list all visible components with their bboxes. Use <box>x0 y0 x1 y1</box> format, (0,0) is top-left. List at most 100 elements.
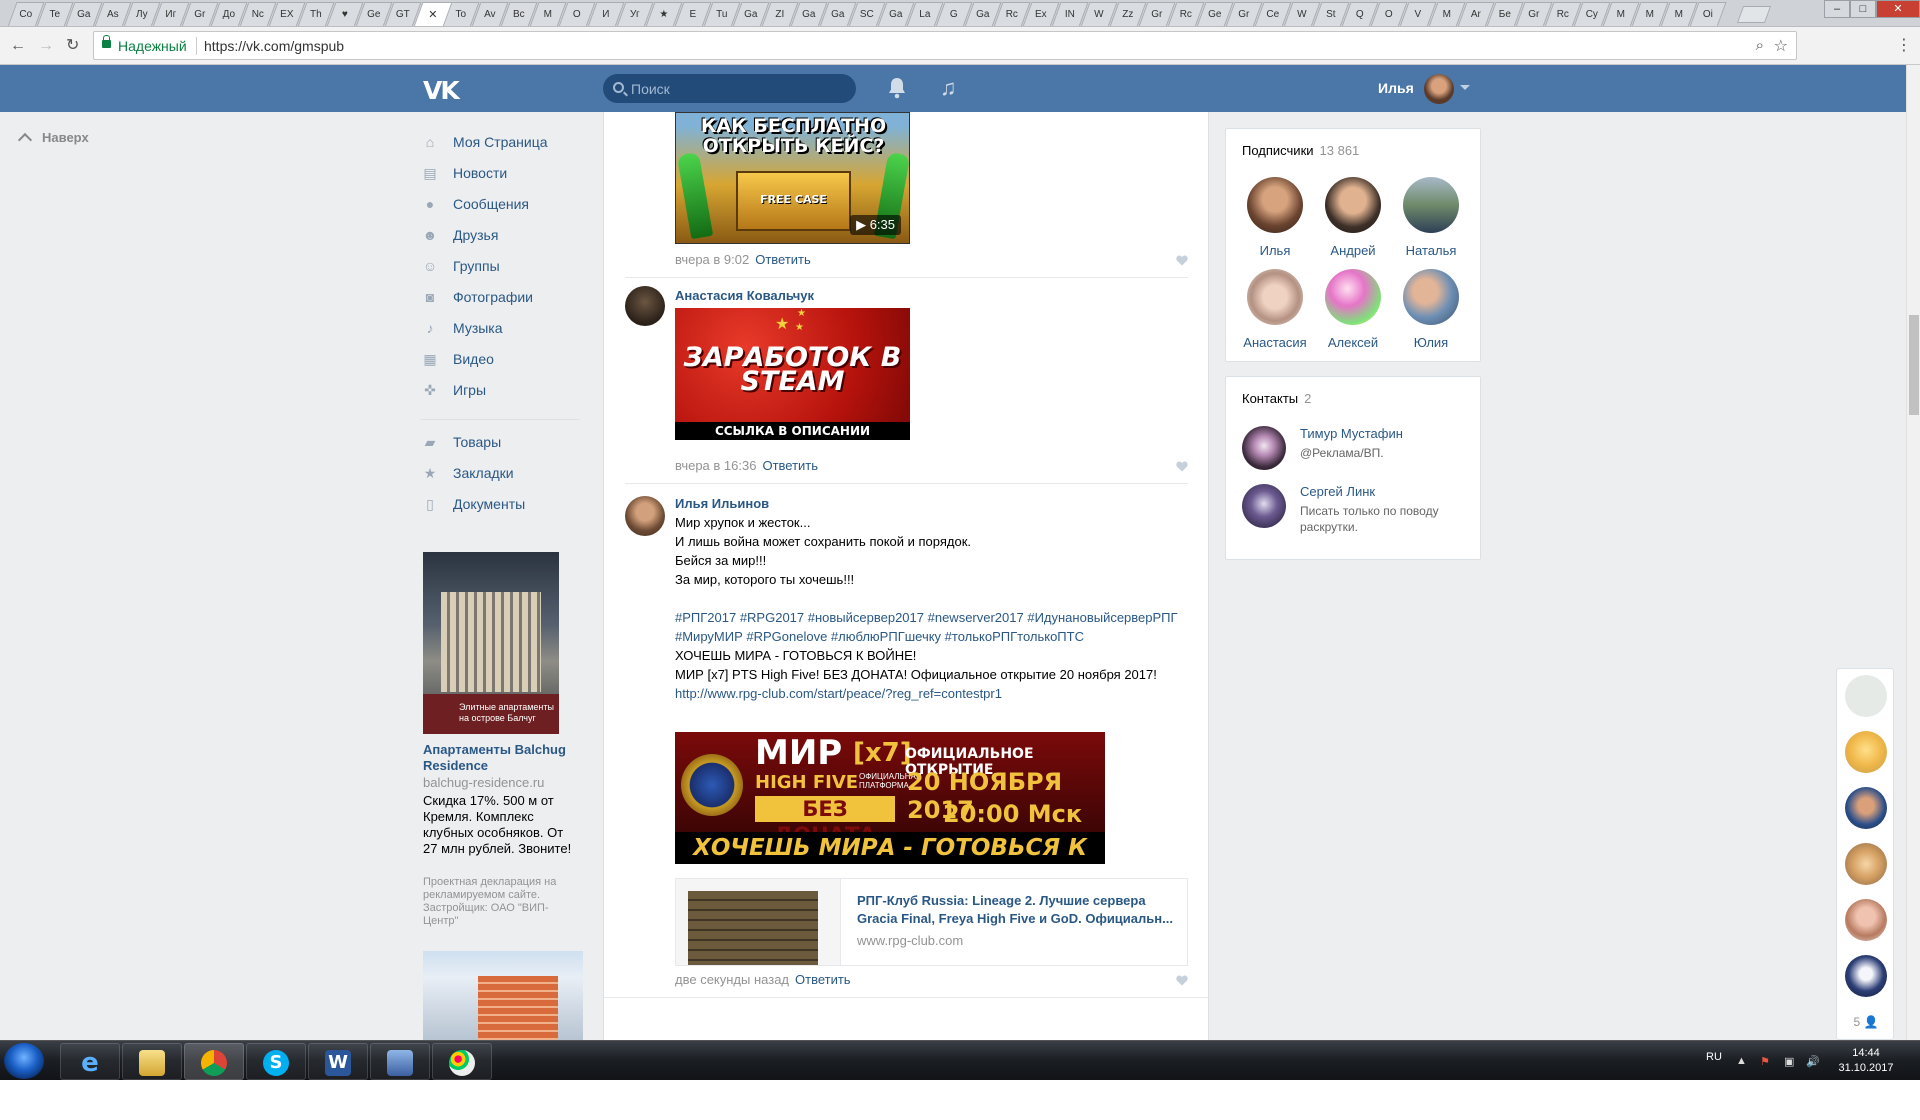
subscriber[interactable]: Юлия <box>1393 269 1469 350</box>
music-note-icon[interactable]: ♫ <box>940 75 957 101</box>
sidebar-item-home[interactable]: ⌂ Моя Страница <box>420 130 580 161</box>
tray-expand-icon[interactable]: ▲ <box>1736 1055 1747 1067</box>
sidebar-item-music[interactable]: ♪ Музыка <box>420 316 580 347</box>
comment-time[interactable]: две секунды назад <box>675 972 789 987</box>
contact-item[interactable]: Тимур Мустафин @Реклама/ВП. <box>1242 426 1472 470</box>
comment-image[interactable]: ★ ★ ★ ЗАРАБОТОК В STEAM ССЫЛКА В ОПИСАНИ… <box>675 308 910 440</box>
search-input[interactable] <box>631 78 841 99</box>
zoom-icon[interactable]: ⌕ <box>1756 37 1764 54</box>
page-scrollbar[interactable] <box>1906 65 1920 1040</box>
taskbar-word-button[interactable]: W <box>308 1043 368 1080</box>
new-tab-button[interactable] <box>1736 6 1772 23</box>
ad-domain[interactable]: balchug-residence.ru <box>423 775 544 790</box>
reply-button[interactable]: Ответить <box>762 458 818 473</box>
search-box[interactable] <box>603 74 856 103</box>
browser-tab-label: EX <box>280 9 294 20</box>
comment-time[interactable]: вчера в 16:36 <box>675 458 756 473</box>
chat-avatar[interactable] <box>1845 955 1887 997</box>
link-card-title[interactable]: РПГ-Клуб Russia: Lineage 2. Лучшие серве… <box>857 892 1177 928</box>
taskbar-paint-button[interactable] <box>432 1043 492 1080</box>
comment-link[interactable]: http://www.rpg-club.com/start/peace/?reg… <box>675 686 1002 701</box>
sidebar-item-camera[interactable]: ◙ Фотографии <box>420 285 580 316</box>
comment-video-thumbnail[interactable]: FREE CASE КАК БЕСПЛАТНО ОТКРЫТЬ КЕЙС? ▶ … <box>675 112 910 244</box>
link-card[interactable]: РПГ-Клуб Russia: Lineage 2. Лучшие серве… <box>675 878 1188 966</box>
subscriber-avatar <box>1247 269 1303 325</box>
taskbar-skype-button[interactable]: S <box>246 1043 306 1080</box>
reply-button[interactable]: Ответить <box>755 252 811 267</box>
contacts-header[interactable]: Контакты 2 <box>1242 391 1311 406</box>
ad-image-2[interactable] <box>423 951 583 1040</box>
chat-avatar[interactable] <box>1845 731 1887 773</box>
image-title-overlay: ЗАРАБОТОК В STEAM <box>683 342 902 397</box>
taskbar-network-button[interactable] <box>370 1043 430 1080</box>
sidebar-item-video[interactable]: ▦ Видео <box>420 347 580 378</box>
sidebar-item-gamepad[interactable]: ✜ Игры <box>420 378 580 409</box>
browser-menu-icon[interactable]: ⋮ <box>1896 35 1912 55</box>
taskbar-chrome-button[interactable] <box>184 1043 244 1080</box>
chat-avatar[interactable] <box>1845 899 1887 941</box>
sidebar-item-bag[interactable]: ▰ Товары <box>420 430 580 461</box>
close-window-button[interactable]: ✕ <box>1876 0 1920 18</box>
comment-banner-image[interactable]: МИР [x7] HIGH FIVE ОФИЦИАЛЬНАЯ ПЛАТФОРМА… <box>675 732 1105 864</box>
ad-image[interactable]: Элитные апартаменты на острове Балчуг <box>423 552 559 734</box>
chat-avatar[interactable] <box>1845 843 1887 885</box>
comment-text-line: МИР [x7] PTS High Five! БЕЗ ДОНАТА! Офиц… <box>675 667 1157 682</box>
url-text[interactable]: https://vk.com/gmspub <box>204 38 344 54</box>
messages-icon: ● <box>425 196 435 212</box>
header-avatar[interactable] <box>1424 74 1454 104</box>
sidebar-item-friends[interactable]: ☻ Друзья <box>420 223 580 254</box>
chat-count[interactable]: 5 👤 <box>1837 1015 1895 1029</box>
network-tray-icon[interactable]: ▣ <box>1784 1055 1794 1068</box>
reload-icon[interactable]: ↻ <box>66 36 79 56</box>
taskbar-ie-button[interactable]: e <box>60 1043 120 1080</box>
comment-author[interactable]: Анастасия Ковальчук <box>675 288 814 303</box>
contact-name[interactable]: Сергей Линк <box>1300 484 1375 499</box>
comment-avatar[interactable] <box>625 496 665 536</box>
chat-avatar[interactable] <box>1845 675 1887 717</box>
windows-start-button[interactable] <box>4 1043 44 1079</box>
comment-author[interactable]: Илья Ильинов <box>675 496 769 511</box>
language-indicator[interactable]: RU <box>1706 1051 1722 1063</box>
maximize-button[interactable]: □ <box>1850 0 1876 18</box>
subscribers-header[interactable]: Подписчики 13 861 <box>1242 143 1359 158</box>
vk-logo[interactable]: VK <box>423 76 460 105</box>
reply-button[interactable]: Ответить <box>795 972 851 987</box>
clock[interactable]: 14:44 31.10.2017 <box>1836 1046 1896 1076</box>
sidebar-item-document[interactable]: ▯ Документы <box>420 492 580 523</box>
bell-icon[interactable] <box>888 77 906 99</box>
comment-time[interactable]: вчера в 9:02 <box>675 252 749 267</box>
header-user-name[interactable]: Илья <box>1378 80 1414 96</box>
contact-name[interactable]: Тимур Мустафин <box>1300 426 1403 441</box>
like-heart-icon[interactable] <box>1176 975 1188 986</box>
bookmark-star-icon[interactable]: ☆ <box>1774 36 1788 56</box>
scroll-to-top-button[interactable]: Наверх <box>17 130 89 148</box>
ad-title[interactable]: Апартаменты Balchug Residence <box>423 742 573 774</box>
browser-tab-label: Gr <box>1528 9 1540 20</box>
volume-icon[interactable]: 🔊 <box>1806 1055 1820 1068</box>
contact-item[interactable]: Сергей Линк Писать только по поводу раск… <box>1242 484 1472 544</box>
subscriber[interactable]: Илья <box>1237 177 1313 258</box>
scrollbar-thumb[interactable] <box>1909 315 1919 415</box>
subscriber[interactable]: Наталья <box>1393 177 1469 258</box>
back-icon[interactable]: ← <box>10 36 26 56</box>
chevron-down-icon[interactable] <box>1460 85 1470 90</box>
sidebar-item-messages[interactable]: ● Сообщения <box>420 192 580 223</box>
action-center-flag-icon[interactable]: ⚑ <box>1760 1055 1770 1068</box>
taskbar-explorer-button[interactable] <box>122 1043 182 1080</box>
like-heart-icon[interactable] <box>1176 255 1188 266</box>
address-bar[interactable]: Надежный https://vk.com/gmspub ⌕ ☆ <box>93 31 1797 60</box>
sidebar-item-star[interactable]: ★ Закладки <box>420 461 580 492</box>
browser-tab-label: Rc <box>1556 9 1569 20</box>
subscriber[interactable]: Анастасия <box>1237 269 1313 350</box>
sidebar-item-groups[interactable]: ☺ Группы <box>420 254 580 285</box>
subscriber[interactable]: Алексей <box>1315 269 1391 350</box>
close-tab-icon[interactable]: ✕ <box>419 3 447 26</box>
forward-icon[interactable]: → <box>38 36 54 56</box>
sidebar-item-news[interactable]: ▤ Новости <box>420 161 580 192</box>
minimize-button[interactable]: – <box>1824 0 1850 18</box>
comment-hashtags[interactable]: #РПГ2017 #RPG2017 #новыйсервер2017 #news… <box>675 608 1195 646</box>
subscribers-count: 13 861 <box>1319 143 1360 158</box>
subscriber[interactable]: Андрей <box>1315 177 1391 258</box>
like-heart-icon[interactable] <box>1176 461 1188 472</box>
chat-avatar[interactable] <box>1845 787 1887 829</box>
